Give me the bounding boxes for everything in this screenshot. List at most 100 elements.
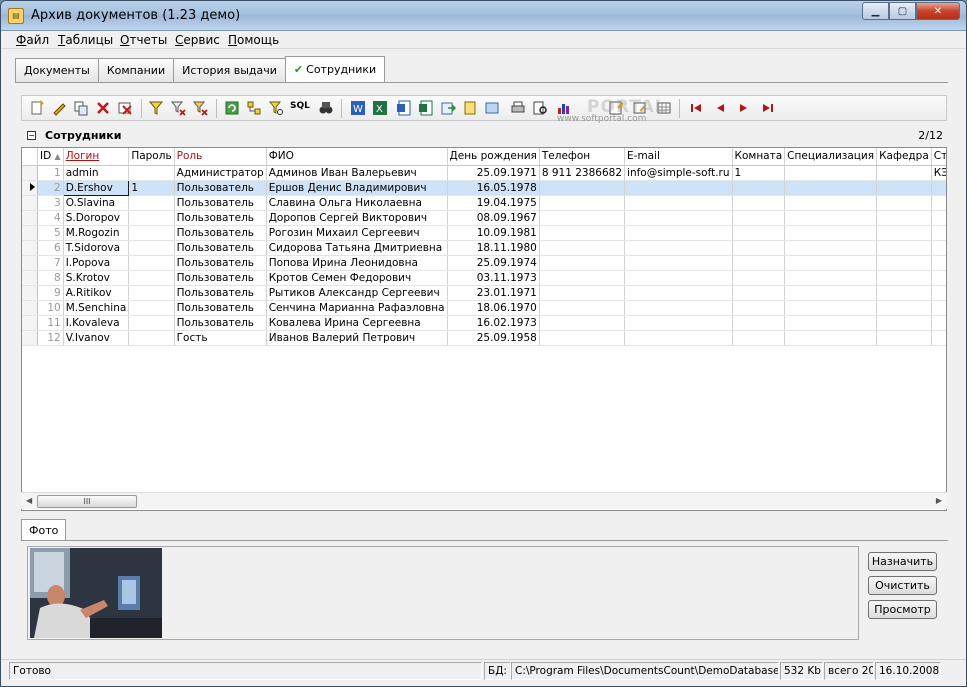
column-header-role[interactable]: Роль bbox=[174, 148, 267, 166]
employees-grid[interactable]: ID ▲ Логин Пароль Роль ФИО День рождения… bbox=[21, 147, 947, 511]
cell-role[interactable]: Пользователь bbox=[174, 315, 267, 331]
tab-history[interactable]: История выдачи bbox=[173, 58, 286, 82]
cell-id[interactable]: 10 bbox=[37, 300, 64, 316]
binoculars-icon[interactable] bbox=[318, 100, 334, 116]
table-row[interactable]: 5 M.Rogozin Пользователь Рогозин Михаил Сер… bbox=[22, 225, 946, 241]
cell-fio[interactable]: Сенчина Марианна Рафаэловна bbox=[266, 300, 448, 316]
cell-room[interactable] bbox=[732, 210, 786, 226]
scroll-left-icon[interactable]: ◀ bbox=[26, 496, 32, 505]
cell-login[interactable]: I.Popova bbox=[63, 255, 130, 271]
row-indicator[interactable] bbox=[22, 195, 38, 211]
cell-role[interactable]: Администратор bbox=[174, 165, 267, 181]
assign-photo-button[interactable]: Назначить bbox=[868, 552, 937, 571]
cell-password[interactable] bbox=[128, 315, 175, 331]
cell-room[interactable]: 1 bbox=[732, 165, 786, 181]
table-row[interactable]: 8 S.Krotov Пользователь Кротов Семен Федоро… bbox=[22, 270, 946, 286]
find-filter-icon[interactable] bbox=[268, 100, 284, 116]
cell-password[interactable] bbox=[128, 300, 175, 316]
first-record-icon[interactable] bbox=[688, 100, 704, 116]
cell-specialization[interactable] bbox=[784, 180, 878, 196]
cell-degree[interactable] bbox=[931, 315, 946, 331]
cell-fio[interactable]: Кротов Семен Федорович bbox=[266, 270, 448, 286]
cell-birthday[interactable]: 23.01.1971 bbox=[447, 285, 540, 301]
cell-department[interactable] bbox=[876, 255, 932, 271]
cell-birthday[interactable]: 25.09.1958 bbox=[447, 330, 540, 346]
word-export-icon[interactable]: W bbox=[350, 100, 366, 116]
cell-id[interactable]: 1 bbox=[37, 165, 64, 181]
cell-department[interactable] bbox=[876, 270, 932, 286]
cell-login[interactable]: admin bbox=[63, 165, 130, 181]
row-indicator[interactable] bbox=[22, 180, 38, 196]
cell-degree[interactable] bbox=[931, 210, 946, 226]
cell-login[interactable]: S.Doropov bbox=[63, 210, 130, 226]
cell-birthday[interactable]: 25.09.1974 bbox=[447, 255, 540, 271]
row-indicator[interactable] bbox=[22, 255, 38, 271]
cell-role[interactable]: Пользователь bbox=[174, 180, 267, 196]
cell-phone[interactable] bbox=[539, 300, 626, 316]
cell-degree[interactable] bbox=[931, 300, 946, 316]
table-icon[interactable] bbox=[484, 100, 500, 116]
column-header-room[interactable]: Комната bbox=[732, 148, 786, 166]
cell-department[interactable] bbox=[876, 225, 932, 241]
cell-role[interactable]: Пользователь bbox=[174, 285, 267, 301]
cell-id[interactable]: 9 bbox=[37, 285, 64, 301]
cell-role[interactable]: Пользователь bbox=[174, 300, 267, 316]
word-doc-icon[interactable] bbox=[396, 100, 412, 116]
cell-specialization[interactable] bbox=[784, 255, 878, 271]
cell-phone[interactable] bbox=[539, 255, 626, 271]
row-indicator[interactable] bbox=[22, 165, 38, 181]
new-record-icon[interactable] bbox=[29, 100, 45, 116]
view-photo-button[interactable]: Просмотр bbox=[868, 600, 937, 619]
excel-export-icon[interactable]: X bbox=[372, 100, 388, 116]
cell-role[interactable]: Пользователь bbox=[174, 240, 267, 256]
cell-department[interactable] bbox=[876, 285, 932, 301]
cell-room[interactable] bbox=[732, 330, 786, 346]
cell-fio[interactable]: Доропов Сергей Викторович bbox=[266, 210, 448, 226]
cell-room[interactable] bbox=[732, 180, 786, 196]
cell-role[interactable]: Пользователь bbox=[174, 270, 267, 286]
cell-fio[interactable]: Админов Иван Валерьевич bbox=[266, 165, 448, 181]
cell-department[interactable] bbox=[876, 315, 932, 331]
table-row[interactable]: 11 I.Kovaleva Пользователь Ковалева Ирина С… bbox=[22, 315, 946, 331]
cell-fio[interactable]: Славина Ольга Николаевна bbox=[266, 195, 448, 211]
cell-specialization[interactable] bbox=[784, 165, 878, 181]
cell-birthday[interactable]: 08.09.1967 bbox=[447, 210, 540, 226]
print-icon[interactable] bbox=[510, 100, 526, 116]
cell-specialization[interactable] bbox=[784, 195, 878, 211]
cell-email[interactable] bbox=[624, 255, 733, 271]
cell-id[interactable]: 6 bbox=[37, 240, 64, 256]
cell-password[interactable] bbox=[128, 240, 175, 256]
cell-birthday[interactable]: 19.04.1975 bbox=[447, 195, 540, 211]
row-indicator[interactable] bbox=[22, 300, 38, 316]
cell-room[interactable] bbox=[732, 270, 786, 286]
cell-id[interactable]: 11 bbox=[37, 315, 64, 331]
cell-email[interactable] bbox=[624, 315, 733, 331]
cell-specialization[interactable] bbox=[784, 330, 878, 346]
cell-password[interactable] bbox=[128, 210, 175, 226]
cell-specialization[interactable] bbox=[784, 210, 878, 226]
delete-table-icon[interactable] bbox=[117, 100, 133, 116]
cell-role[interactable]: Пользователь bbox=[174, 195, 267, 211]
cell-degree[interactable] bbox=[931, 285, 946, 301]
cell-id[interactable]: 3 bbox=[37, 195, 64, 211]
title-bar[interactable]: ▤ Архив документов (1.23 демо) ▁ ▢ ✕ bbox=[1, 1, 966, 31]
cell-id[interactable]: 7 bbox=[37, 255, 64, 271]
cell-fio[interactable]: Рытиков Александр Сергеевич bbox=[266, 285, 448, 301]
cell-password[interactable]: 1 bbox=[128, 180, 175, 196]
minimize-button[interactable]: ▁ bbox=[862, 2, 889, 20]
row-indicator[interactable] bbox=[22, 240, 38, 256]
sql-icon[interactable]: SQL bbox=[290, 101, 310, 117]
cell-birthday[interactable]: 25.09.1971 bbox=[447, 165, 540, 181]
cell-specialization[interactable] bbox=[784, 300, 878, 316]
table-row[interactable]: 1 admin Администратор Админов Иван Валерьев… bbox=[22, 165, 946, 181]
cell-phone[interactable] bbox=[539, 210, 626, 226]
column-header-phone[interactable]: Телефон bbox=[539, 148, 626, 166]
cell-birthday[interactable]: 03.11.1973 bbox=[447, 270, 540, 286]
cell-id[interactable]: 4 bbox=[37, 210, 64, 226]
tab-companies[interactable]: Компании bbox=[97, 58, 175, 82]
table-row[interactable]: 4 S.Doropov Пользователь Доропов Сергей Вик… bbox=[22, 210, 946, 226]
cell-degree[interactable]: КЭН bbox=[931, 165, 946, 181]
cell-specialization[interactable] bbox=[784, 225, 878, 241]
prev-record-icon[interactable] bbox=[712, 100, 728, 116]
cell-login[interactable]: D.Ershov bbox=[62, 179, 130, 196]
